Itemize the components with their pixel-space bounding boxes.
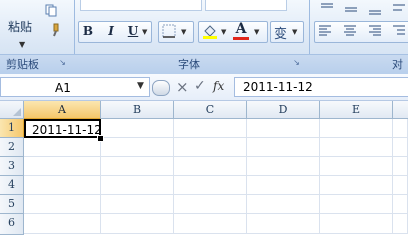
cell-a5[interactable]	[24, 195, 101, 214]
chevron-down-icon: ▼	[19, 40, 26, 49]
formula-bar: A1 ▼ × ✓ fx 2011-11-12	[0, 74, 408, 101]
row-header-1[interactable]: 1	[0, 119, 25, 138]
phonetic-icon: 变	[274, 27, 288, 42]
font-group-label: 字体	[178, 58, 200, 71]
row-header-3[interactable]: 3	[0, 157, 24, 176]
cell-e2[interactable]	[320, 138, 393, 157]
row-header-4[interactable]: 4	[0, 176, 24, 195]
font-name-combobox[interactable]	[80, 0, 202, 11]
insert-function-button[interactable]: fx	[213, 79, 224, 93]
dialog-launcher-icon[interactable]: ↘	[58, 58, 67, 67]
align-center-icon[interactable]	[343, 24, 357, 38]
chevron-down-icon[interactable]: ▼	[254, 28, 259, 36]
fill-color-icon[interactable]	[202, 23, 218, 39]
font-color-button[interactable]: A	[236, 21, 247, 37]
cell-d4[interactable]	[247, 176, 320, 195]
font-color-swatch	[233, 37, 249, 40]
cell-d6[interactable]	[247, 214, 320, 234]
cell-c5[interactable]	[174, 195, 247, 214]
cell-a3[interactable]	[24, 157, 101, 176]
ribbon: 粘贴 ▼ B I U ▼ ▼ ▼ A ▼ 变 ▼ 剪贴板 ↘ 字体 ↘ 对	[0, 0, 408, 74]
chevron-down-icon[interactable]: ▼	[292, 28, 297, 36]
clipboard-group-label: 剪贴板	[6, 58, 39, 71]
formula-input[interactable]: 2011-11-12	[234, 77, 408, 97]
cell-f5[interactable]	[393, 195, 408, 214]
copy-icon[interactable]	[44, 3, 58, 17]
cell-d2[interactable]	[247, 138, 320, 157]
column-header-c[interactable]: C	[174, 101, 247, 119]
cell-f4[interactable]	[393, 176, 408, 195]
align-middle-icon[interactable]	[344, 2, 358, 16]
cell-b5[interactable]	[101, 195, 174, 214]
cell-b3[interactable]	[101, 157, 174, 176]
cell-d1[interactable]	[247, 119, 320, 138]
cancel-icon[interactable]: ×	[176, 78, 189, 96]
cell-b6[interactable]	[101, 214, 174, 234]
select-all-triangle-icon	[13, 108, 21, 116]
align-right-icon[interactable]	[368, 24, 382, 38]
chevron-down-icon[interactable]: ▼	[181, 28, 186, 36]
cell-c3[interactable]	[174, 157, 247, 176]
cell-a1[interactable]: 2011-11-12	[24, 119, 102, 138]
align-left-icon[interactable]	[318, 24, 332, 38]
formula-bar-resize-handle[interactable]	[152, 80, 170, 96]
alignment-group-label: 对	[392, 58, 403, 71]
name-box[interactable]: A1 ▼	[0, 77, 150, 97]
cell-f6[interactable]	[393, 214, 408, 234]
wrap-text-icon[interactable]	[392, 2, 406, 16]
cell-b4[interactable]	[101, 176, 174, 195]
dialog-launcher-icon[interactable]: ↘	[292, 58, 301, 67]
cell-a2[interactable]	[24, 138, 101, 157]
row-header-6[interactable]: 6	[0, 214, 24, 235]
font-size-combobox[interactable]	[205, 0, 287, 11]
name-box-value: A1	[55, 81, 71, 95]
chevron-down-icon[interactable]: ▼	[137, 81, 144, 91]
cell-c1[interactable]	[174, 119, 247, 138]
row-header-2[interactable]: 2	[0, 138, 24, 157]
cell-e6[interactable]	[320, 214, 393, 234]
cell-d5[interactable]	[247, 195, 320, 214]
column-header-f-partial[interactable]	[393, 101, 408, 119]
cell-value: 2011-11-12	[32, 123, 102, 137]
alignment-top-row	[318, 2, 408, 16]
cell-f2[interactable]	[393, 138, 408, 157]
worksheet-grid: A B C D E 1 2 3 4 5 6 2011-11-12	[0, 101, 408, 235]
italic-button[interactable]: I	[103, 21, 119, 41]
cell-e1[interactable]	[320, 119, 393, 138]
enter-icon[interactable]: ✓	[194, 78, 206, 94]
formula-value: 2011-11-12	[243, 80, 313, 94]
format-painter-icon[interactable]	[48, 23, 62, 37]
chevron-down-icon[interactable]: ▼	[221, 28, 226, 36]
underline-button[interactable]: U	[126, 21, 140, 41]
column-header-a[interactable]: A	[24, 101, 101, 120]
column-header-d[interactable]: D	[247, 101, 320, 119]
paste-button[interactable]: 粘贴 ▼	[4, 6, 40, 50]
column-header-b[interactable]: B	[101, 101, 174, 119]
indent-icon[interactable]	[392, 24, 406, 38]
chevron-down-icon[interactable]: ▼	[142, 28, 147, 36]
bold-button[interactable]: B	[80, 21, 96, 41]
cell-e4[interactable]	[320, 176, 393, 195]
cell-a4[interactable]	[24, 176, 101, 195]
align-bottom-icon[interactable]	[368, 2, 382, 16]
cell-a6[interactable]	[24, 214, 101, 234]
cell-e5[interactable]	[320, 195, 393, 214]
cell-e3[interactable]	[320, 157, 393, 176]
align-top-icon[interactable]	[320, 2, 334, 16]
cell-b1[interactable]	[101, 119, 174, 138]
paste-label: 粘贴	[8, 20, 33, 34]
border-icon	[162, 24, 176, 38]
cell-c4[interactable]	[174, 176, 247, 195]
cell-c6[interactable]	[174, 214, 247, 234]
select-all-corner[interactable]	[0, 101, 24, 119]
column-header-e[interactable]: E	[320, 101, 393, 119]
fill-handle[interactable]	[97, 135, 104, 142]
cell-f1[interactable]	[393, 119, 408, 138]
cell-f3[interactable]	[393, 157, 408, 176]
row-header-5[interactable]: 5	[0, 195, 24, 214]
cell-c2[interactable]	[174, 138, 247, 157]
cell-b2[interactable]	[101, 138, 174, 157]
cell-d3[interactable]	[247, 157, 320, 176]
